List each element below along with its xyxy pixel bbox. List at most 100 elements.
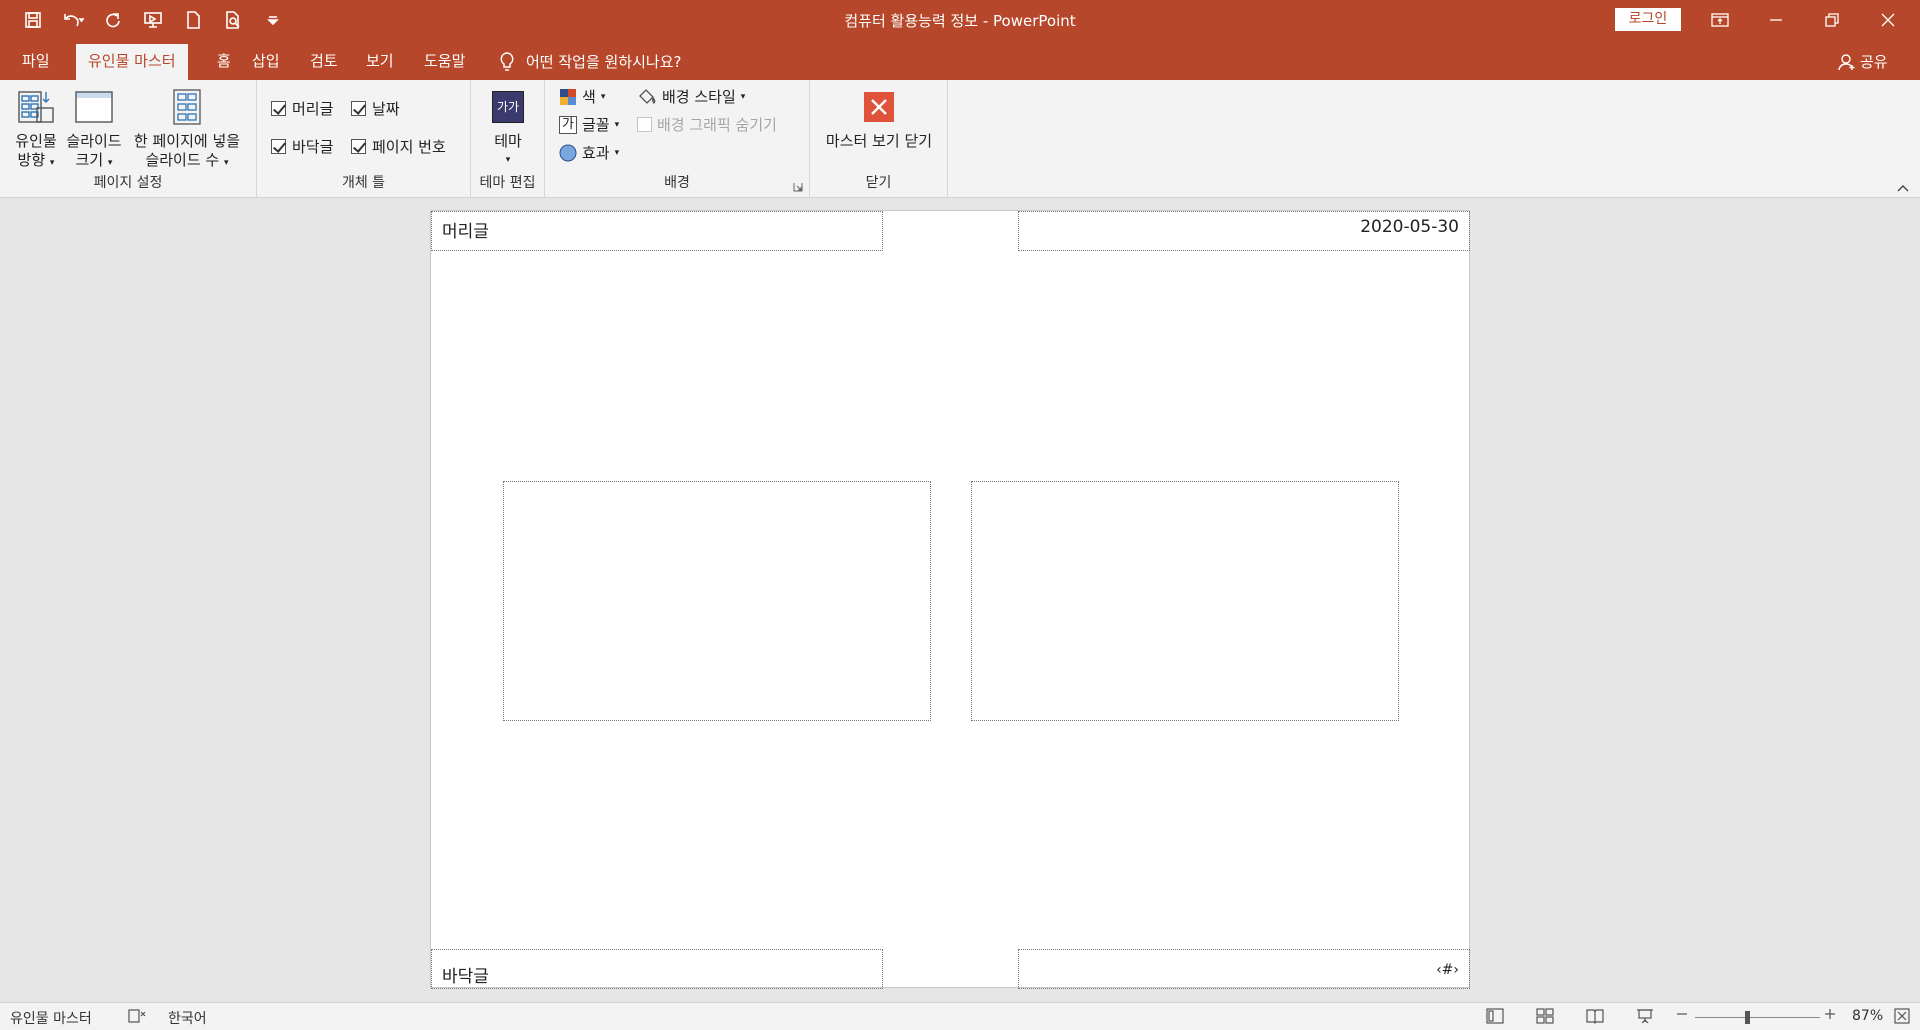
checkbox-checked-icon: [351, 139, 366, 154]
slide-sorter-icon[interactable]: [1536, 1008, 1554, 1024]
paint-bucket-icon: [639, 88, 656, 104]
tab-help[interactable]: 도움말: [412, 44, 477, 80]
slide-size-line1: 슬라이드: [66, 132, 122, 150]
fit-to-window-icon[interactable]: [1894, 1008, 1910, 1024]
close-master-view-icon: [859, 88, 899, 126]
slide-placeholder[interactable]: [503, 481, 931, 721]
background-styles-button[interactable]: 배경 스타일 ▾: [637, 86, 745, 107]
group-label-edit-theme: 테마 편집: [479, 175, 536, 191]
slides-per-page-icon: [167, 88, 207, 126]
hide-background-graphics-label: 배경 그래픽 숨기기: [657, 116, 777, 134]
slides-per-page-line1: 한 페이지에 넣을: [133, 132, 241, 150]
zoom-slider-track[interactable]: [1695, 1017, 1820, 1018]
title-bar: 컴퓨터 활용능력 정보 - PowerPoint 로그인: [0, 0, 1920, 40]
page-number-placeholder[interactable]: ‹#›: [1018, 949, 1470, 989]
person-icon: [1838, 54, 1855, 71]
handout-orientation-button[interactable]: 유인물 방향 ▾: [8, 88, 64, 173]
header-placeholder[interactable]: 머리글: [431, 211, 883, 251]
tab-home[interactable]: 홈: [205, 44, 243, 80]
group-background: 색 ▾ 가 글꼴 ▾ 효과 ▾ 배경 스타일 ▾ 배경 그래픽 숨기기 배경: [545, 80, 810, 198]
tab-view[interactable]: 보기: [354, 44, 406, 80]
chevron-down-icon: ▾: [740, 91, 746, 102]
header-checkbox-label: 머리글: [292, 100, 334, 118]
chevron-down-icon: ▾: [600, 91, 606, 102]
collapse-ribbon-icon[interactable]: [1896, 183, 1910, 193]
restore-icon[interactable]: [1804, 0, 1860, 40]
tab-handout-master[interactable]: 유인물 마스터: [76, 44, 188, 80]
spell-check-icon[interactable]: [128, 1008, 146, 1024]
date-placeholder-text: 2020-05-30: [1360, 217, 1459, 237]
header-placeholder-text: 머리글: [442, 222, 489, 242]
colors-button[interactable]: 색 ▾: [559, 86, 605, 107]
chevron-down-icon: ▾: [107, 158, 113, 168]
tab-review[interactable]: 검토: [298, 44, 350, 80]
effects-label: 효과: [582, 144, 610, 162]
colors-icon: [560, 88, 576, 105]
close-master-view-button[interactable]: 마스터 보기 닫기: [816, 88, 942, 151]
login-button[interactable]: 로그인: [1615, 8, 1681, 31]
zoom-in-icon[interactable]: [1824, 1008, 1836, 1020]
group-label-background: 배경: [664, 175, 690, 191]
slide-size-button[interactable]: 슬라이드 크기 ▾: [62, 88, 126, 173]
reading-view-icon[interactable]: [1586, 1008, 1604, 1024]
close-master-view-label: 마스터 보기 닫기: [825, 132, 933, 150]
date-placeholder[interactable]: 2020-05-30: [1018, 211, 1470, 251]
close-icon[interactable]: [1860, 0, 1916, 40]
handout-orientation-icon: [16, 88, 56, 126]
view-name: 유인물 마스터: [10, 1011, 92, 1027]
tab-file[interactable]: 파일: [10, 44, 62, 80]
theme-icon-text: 가가: [492, 91, 524, 123]
language-indicator[interactable]: 한국어: [168, 1008, 207, 1028]
chevron-down-icon: ▾: [49, 158, 55, 168]
minimize-icon[interactable]: [1748, 0, 1804, 40]
page-number-placeholder-text: ‹#›: [1436, 962, 1459, 978]
tab-insert[interactable]: 삽입: [240, 44, 292, 80]
normal-view-icon[interactable]: [1486, 1008, 1504, 1024]
zoom-level[interactable]: 87%: [1852, 1008, 1883, 1024]
footer-checkbox-label: 바닥글: [292, 138, 334, 156]
tell-me-label: 어떤 작업을 원하시나요?: [526, 53, 682, 71]
chevron-down-icon: ▾: [614, 147, 620, 158]
colors-label: 색: [582, 88, 596, 106]
group-placeholders: 머리글 날짜 바닥글 페이지 번호 개체 틀: [257, 80, 471, 198]
tell-me-search[interactable]: 어떤 작업을 원하시나요?: [500, 44, 682, 80]
slide-show-icon[interactable]: [1636, 1008, 1654, 1024]
page-number-checkbox-label: 페이지 번호: [372, 138, 446, 156]
page-number-checkbox[interactable]: 페이지 번호: [351, 136, 446, 157]
handout-orientation-line2: 방향: [17, 151, 46, 169]
zoom-out-icon[interactable]: [1676, 1008, 1688, 1020]
header-checkbox[interactable]: 머리글: [271, 98, 333, 119]
footer-placeholder[interactable]: 바닥글: [431, 949, 883, 989]
share-button[interactable]: 공유: [1838, 44, 1888, 80]
group-label-placeholders: 개체 틀: [341, 175, 386, 191]
checkbox-unchecked-icon: [637, 117, 652, 132]
group-page-setup: 유인물 방향 ▾ 슬라이드 크기 ▾ 한 페이지에 넣을 슬라이드 수 ▾ 페이…: [0, 80, 257, 198]
ribbon: 유인물 방향 ▾ 슬라이드 크기 ▾ 한 페이지에 넣을 슬라이드 수 ▾ 페이…: [0, 80, 1920, 198]
group-label-close: 닫기: [865, 175, 892, 191]
dialog-launcher-icon[interactable]: [793, 182, 803, 192]
fonts-button[interactable]: 가 글꼴 ▾: [559, 114, 619, 135]
footer-checkbox[interactable]: 바닥글: [271, 136, 333, 157]
handout-master-page: 머리글 2020-05-30 바닥글 ‹#›: [430, 210, 1470, 989]
ribbon-display-options-icon[interactable]: [1692, 0, 1748, 40]
slide-size-line2: 크기: [75, 151, 104, 169]
handout-orientation-line1: 유인물: [15, 132, 57, 150]
theme-icon: 가가: [488, 88, 528, 126]
themes-button[interactable]: 가가 테마 ▾: [481, 88, 535, 170]
fonts-label: 글꼴: [582, 116, 610, 134]
slides-per-page-button[interactable]: 한 페이지에 넣을 슬라이드 수 ▾: [126, 88, 248, 173]
hide-background-graphics-checkbox[interactable]: 배경 그래픽 숨기기: [637, 114, 777, 135]
ribbon-tabs: 파일 유인물 마스터 홈 삽입 검토 보기 도움말 어떤 작업을 원하시나요? …: [0, 40, 1920, 80]
slide-placeholder[interactable]: [971, 481, 1399, 721]
background-styles-label: 배경 스타일: [662, 88, 736, 106]
zoom-slider-thumb[interactable]: [1745, 1011, 1750, 1024]
slides-per-page-line2: 슬라이드 수: [145, 151, 220, 169]
footer-placeholder-text: 바닥글: [442, 967, 489, 987]
group-label-page-setup: 페이지 설정: [93, 175, 163, 191]
checkbox-checked-icon: [351, 101, 366, 116]
effects-button[interactable]: 효과 ▾: [559, 142, 619, 163]
date-checkbox[interactable]: 날짜: [351, 98, 400, 119]
status-bar: 유인물 마스터 한국어 87%: [0, 1002, 1920, 1030]
lightbulb-icon: [500, 52, 514, 71]
date-checkbox-label: 날짜: [372, 100, 400, 118]
